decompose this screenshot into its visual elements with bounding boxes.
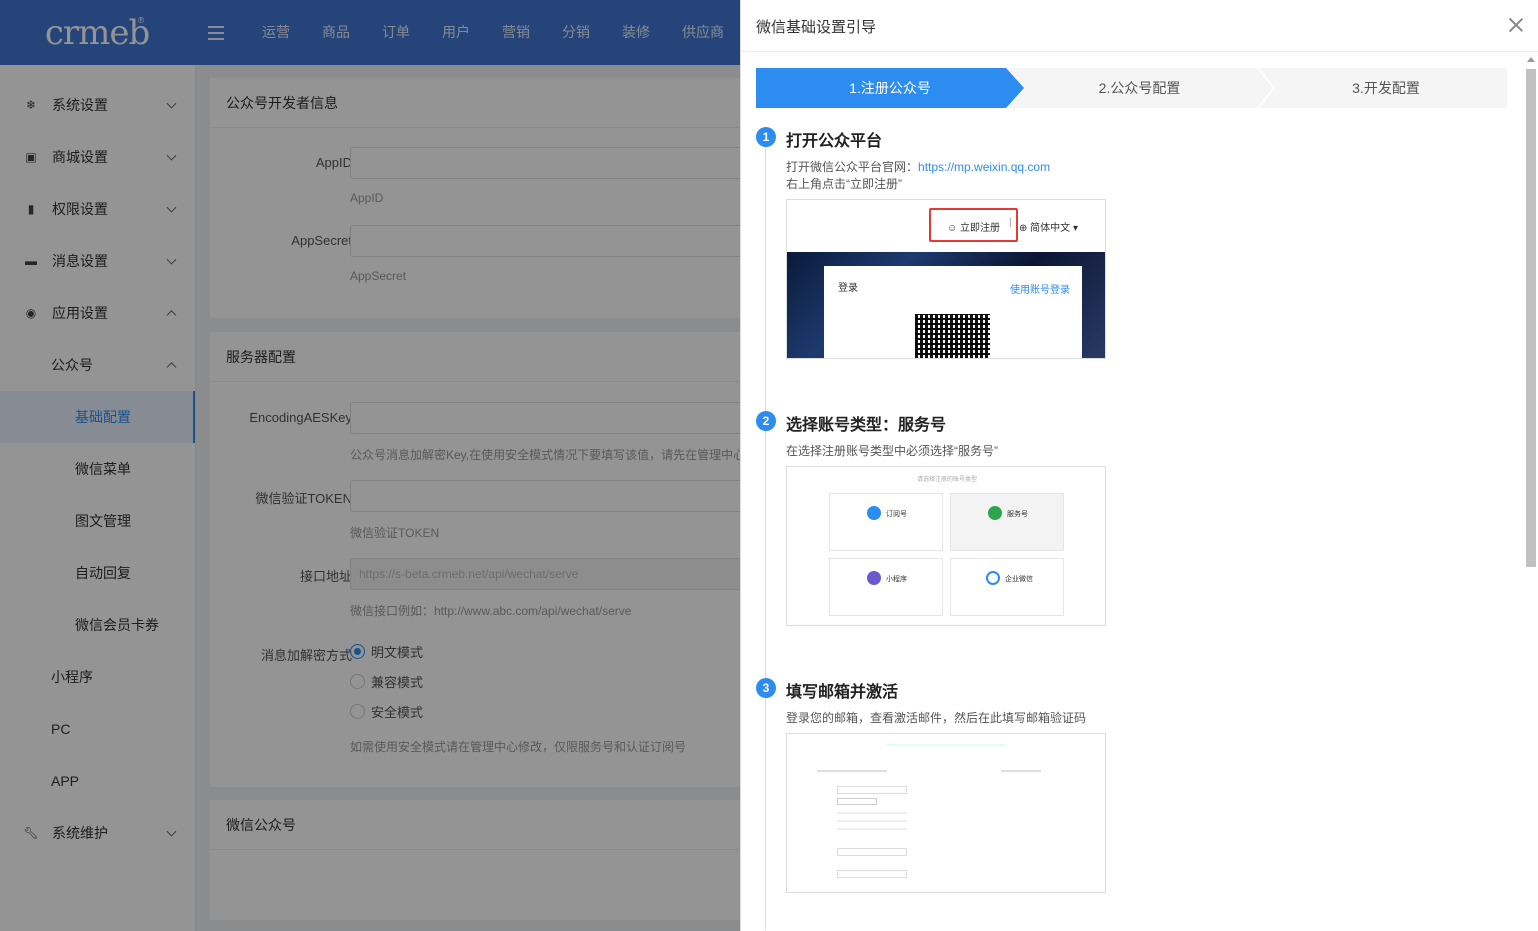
email-screenshot <box>786 733 1106 893</box>
register-label: ☺︎ 立即注册 <box>947 223 1000 234</box>
form-line <box>837 812 907 814</box>
drawer-header: 微信基础设置引导 <box>741 0 1538 52</box>
qr-code <box>915 314 990 358</box>
register-text: 立即注册 <box>960 223 1000 234</box>
modal-overlay[interactable] <box>0 0 740 931</box>
login-panel: 登录 使用账号登录 <box>824 266 1082 358</box>
type-card: 小程序 <box>829 558 943 616</box>
login-title: 登录 <box>838 283 858 294</box>
section-title: 填写邮箱并激活 <box>786 684 899 701</box>
scrollbar-thumb[interactable] <box>1526 69 1536 567</box>
close-icon[interactable] <box>1508 17 1524 33</box>
step-number-badge: 1 <box>756 127 776 147</box>
section-text: 右上角点击“立即注册” <box>786 177 902 191</box>
form-line <box>817 770 887 772</box>
section-text-prefix: 打开微信公众平台官网： <box>786 160 919 174</box>
timeline-line <box>765 140 766 930</box>
type-label: 订阅号 <box>886 511 907 518</box>
language-select: ⊕ 简体中文 ▾ <box>1019 223 1078 234</box>
account-login-link: 使用账号登录 <box>1010 285 1070 296</box>
guide-drawer: 微信基础设置引导 1.注册公众号 2.公众号配置 3.开发配置 1 打开公众平台… <box>740 0 1538 931</box>
form-field <box>837 870 907 878</box>
drawer-title: 微信基础设置引导 <box>756 19 877 36</box>
step-1[interactable]: 1.注册公众号 <box>756 68 1024 108</box>
wework-icon <box>986 571 1000 585</box>
scroll-up-icon[interactable] <box>1527 57 1535 62</box>
service-icon <box>988 506 1002 520</box>
subscription-icon <box>867 506 881 520</box>
lang-text: 简体中文 <box>1030 223 1071 234</box>
type-card-selected: 服务号 <box>950 493 1064 551</box>
steps-bar: 1.注册公众号 2.公众号配置 3.开发配置 <box>756 68 1507 108</box>
section-title: 打开公众平台 <box>786 133 883 150</box>
form-button <box>837 798 877 805</box>
register-screenshot: ☺︎ 立即注册 | ⊕ 简体中文 ▾ 登录 使用账号登录 <box>786 199 1106 359</box>
type-card: 订阅号 <box>829 493 943 551</box>
section-title: 选择账号类型：服务号 <box>786 417 947 434</box>
progress-steps <box>887 744 1007 746</box>
form-line <box>837 820 907 822</box>
step-3[interactable]: 3.开发配置 <box>1261 68 1511 108</box>
section-text: 登录您的邮箱，查看激活邮件，然后在此填写邮箱验证码 <box>786 711 1087 725</box>
form-field <box>837 848 907 856</box>
type-card: 企业微信 <box>950 558 1064 616</box>
step-number-badge: 2 <box>756 411 776 431</box>
form-field <box>837 786 907 794</box>
section-text: 打开微信公众平台官网：https://mp.weixin.qq.com <box>786 158 1050 175</box>
type-header: 请选择注册的账号类型 <box>916 477 977 483</box>
type-label: 企业微信 <box>1005 576 1033 583</box>
form-line <box>837 828 907 830</box>
section-text: 在选择注册账号类型中必须选择“服务号” <box>786 444 998 458</box>
miniprogram-icon <box>867 571 881 585</box>
account-type-screenshot: 请选择注册的账号类型 订阅号 服务号 小程序 企业微信 <box>786 466 1106 626</box>
type-label: 小程序 <box>886 576 907 583</box>
step-number-badge: 3 <box>756 678 776 698</box>
step-2[interactable]: 2.公众号配置 <box>1008 68 1271 108</box>
type-label: 服务号 <box>1007 511 1028 518</box>
scrollbar[interactable] <box>1524 55 1536 931</box>
mp-link[interactable]: https://mp.weixin.qq.com <box>918 160 1050 174</box>
divider: | <box>1009 217 1012 228</box>
form-line <box>1001 770 1041 772</box>
